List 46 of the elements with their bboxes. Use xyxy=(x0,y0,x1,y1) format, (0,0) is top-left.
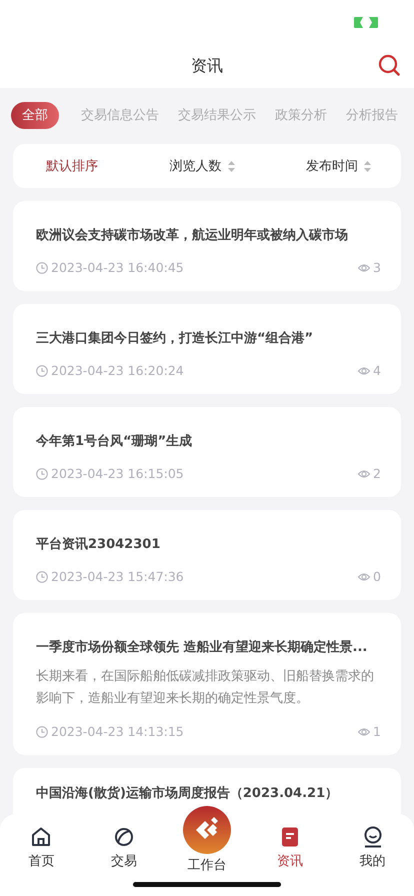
nav-tab[interactable]: 资讯 xyxy=(248,824,332,870)
clock-icon xyxy=(36,570,48,582)
sort-option[interactable]: 发布时间 xyxy=(306,157,371,175)
publish-time: 2023-04-23 16:40:45 xyxy=(51,260,184,275)
news-title: 今年第1号台风“珊瑚”生成 xyxy=(36,433,194,451)
view-count: 4 xyxy=(373,363,381,378)
view-count: 3 xyxy=(373,260,381,275)
home-icon xyxy=(30,826,52,848)
view-count: 2 xyxy=(373,466,381,481)
page-title: 资讯 xyxy=(191,56,223,76)
news-card[interactable]: 中国沿海(散货)运输市场周度报告（2023.04.21） xyxy=(13,768,401,815)
news-title: 平台资讯23042301 xyxy=(36,536,162,554)
sort-option[interactable]: 浏览人数 xyxy=(170,157,234,175)
news-title: 三大港口集团今日签约，打造长江中游“组合港” xyxy=(36,330,314,348)
sort-option[interactable]: 默认排序 xyxy=(46,157,98,175)
clock-icon xyxy=(36,364,48,376)
news-summary: 长期来看，在国际船舶低碳减排政策驱动、旧船替换需求的影响下，造船业有望迎来长期的确定性景气度。 xyxy=(36,668,375,708)
eye-icon xyxy=(358,262,370,274)
news-card[interactable]: 一季度市场份额全球领先 造船业有望迎来长期确定性景... 长期来看，在国际船舶低碳减排政策驱动、旧船替换需求的影响下，造船业有望迎来长期的确定性景气度。 2023-04-23 14:13:15 1 xyxy=(13,613,401,755)
nav-tab[interactable]: 交易 xyxy=(82,824,166,870)
eye-icon xyxy=(358,726,370,738)
nav-tab[interactable]: 首页 xyxy=(0,824,83,870)
news-title: 一季度市场份额全球领先 造船业有望迎来长期确定性景... xyxy=(36,638,368,657)
news-card[interactable]: 今年第1号台风“珊瑚”生成 2023-04-23 16:15:05 2 xyxy=(13,407,401,497)
news-card[interactable]: 欧洲议会支持碳市场改革，航运业明年或被纳入碳市场 2023-04-23 16:40:45 3 xyxy=(13,201,401,291)
eye-icon xyxy=(358,364,370,376)
news-title: 欧洲议会支持碳市场改革，航运业明年或被纳入碳市场 xyxy=(36,226,349,245)
news-title: 中国沿海(散货)运输市场周度报告（2023.04.21） xyxy=(36,785,340,803)
clock-icon xyxy=(36,262,48,274)
eye-icon xyxy=(358,570,370,582)
publish-time: 2023-04-23 15:47:36 xyxy=(51,569,184,584)
clock-icon xyxy=(36,726,48,738)
publish-time: 2023-04-23 16:20:24 xyxy=(51,363,184,378)
publish-time: 2023-04-23 14:13:15 xyxy=(51,724,184,739)
eye-icon xyxy=(358,468,370,480)
view-count: 0 xyxy=(373,569,381,584)
profile-icon xyxy=(362,826,384,848)
trade-icon xyxy=(113,826,136,848)
publish-time: 2023-04-23 16:15:05 xyxy=(51,466,184,481)
search-icon[interactable] xyxy=(378,54,400,76)
news-card[interactable]: 平台资讯23042301 2023-04-23 15:47:36 0 xyxy=(13,510,401,600)
category-tab[interactable]: 全部 xyxy=(11,102,59,128)
clock-icon xyxy=(36,468,48,480)
news-card[interactable]: 三大港口集团今日签约，打造长江中游“组合港” 2023-04-23 16:20:24 4 xyxy=(13,304,401,394)
nav-tab[interactable]: 我的 xyxy=(331,824,414,870)
view-count: 1 xyxy=(373,724,381,739)
